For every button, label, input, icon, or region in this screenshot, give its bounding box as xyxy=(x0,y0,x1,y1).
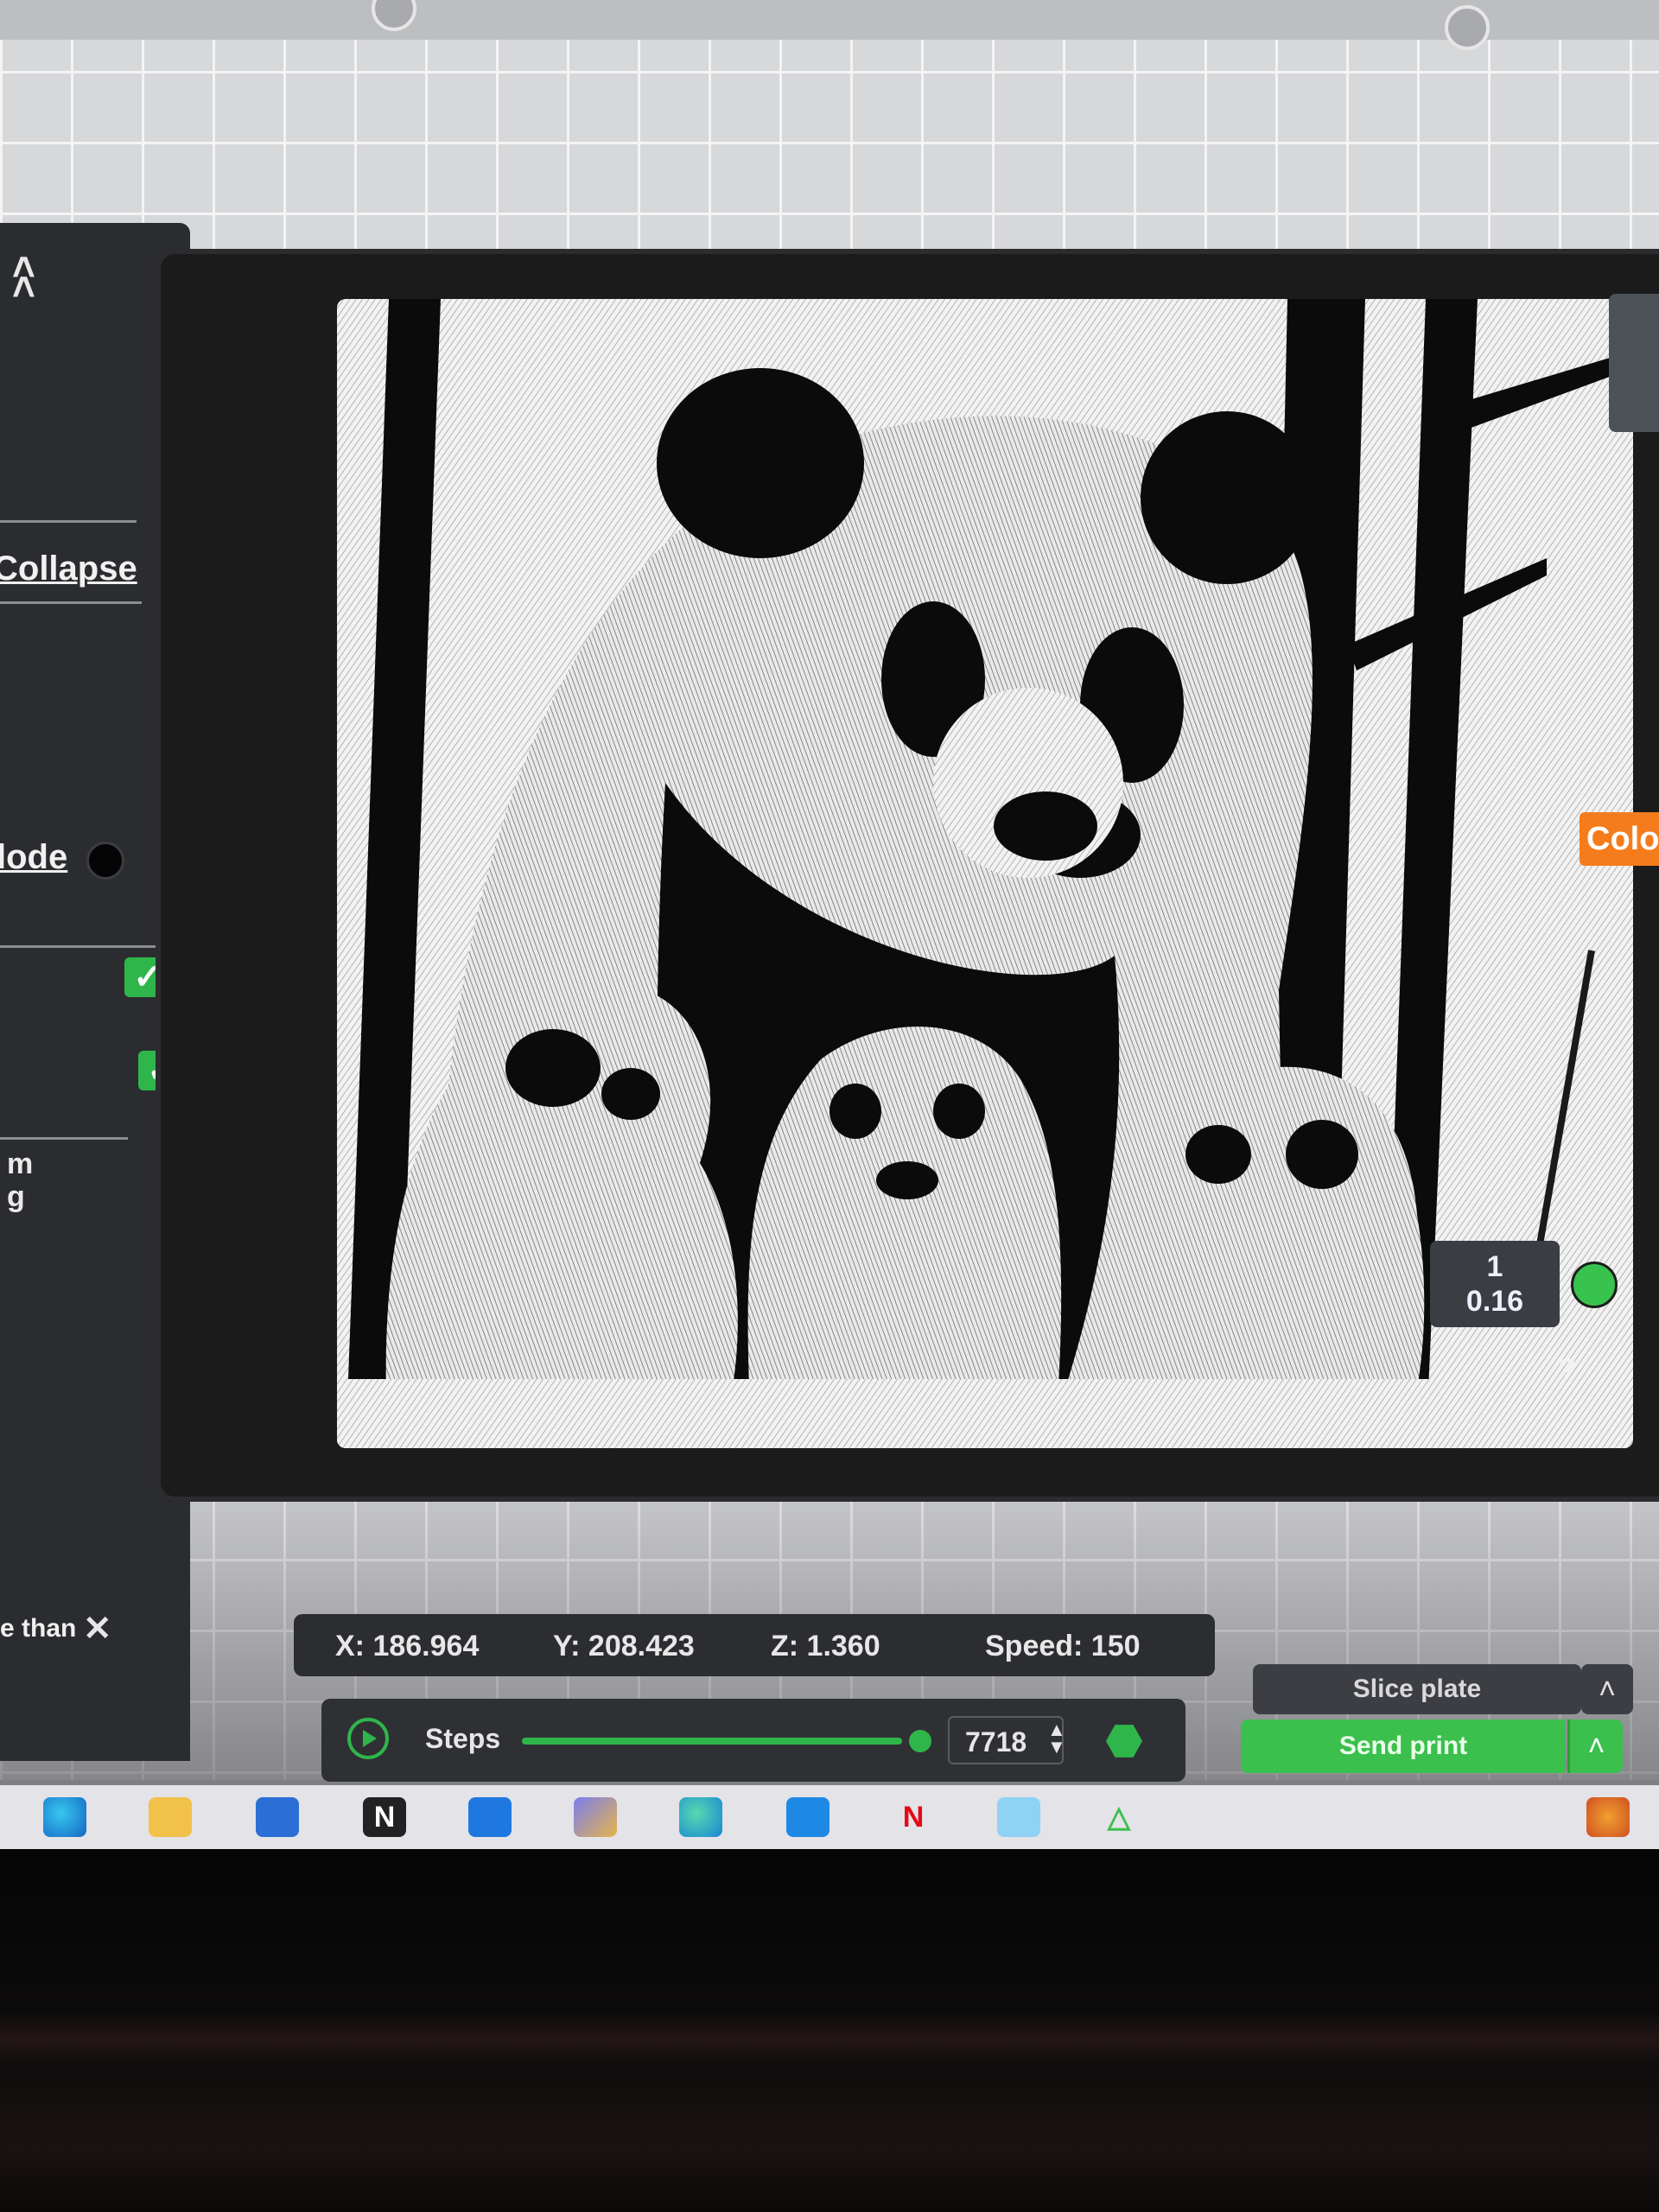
step-number-input[interactable]: 7718 xyxy=(948,1716,1064,1764)
speed-readout: Speed: 150 xyxy=(985,1630,1141,1662)
netflix-icon[interactable]: N xyxy=(892,1797,935,1837)
color-tab[interactable]: Color xyxy=(1580,812,1659,866)
double-chevron-up-icon[interactable]: ˄ ˄ xyxy=(12,247,35,307)
steps-slider-handle[interactable] xyxy=(909,1730,931,1752)
spin-arrows-icon[interactable]: ▲ ▼ xyxy=(1047,1720,1066,1757)
play-icon[interactable] xyxy=(347,1718,389,1759)
app-icon[interactable] xyxy=(997,1797,1040,1837)
view-knob-icon[interactable] xyxy=(1445,5,1490,50)
panel-divider xyxy=(0,601,142,604)
y-coordinate: Y: 208.423 xyxy=(553,1630,695,1662)
top-toolbar-strip xyxy=(0,0,1659,40)
steps-control-bar: Steps 7718 ▲ ▼ xyxy=(321,1699,1185,1782)
warning-text: e than xyxy=(0,1614,77,1643)
hexagon-icon[interactable] xyxy=(1106,1725,1142,1758)
layer-number: 1 xyxy=(1486,1250,1503,1283)
desk-reflection xyxy=(0,2013,1659,2065)
store-icon[interactable] xyxy=(256,1797,299,1837)
z-coordinate: Z: 1.360 xyxy=(771,1630,880,1662)
photos-icon[interactable] xyxy=(786,1797,830,1837)
windows-taskbar: N N △ xyxy=(0,1785,1659,1849)
steps-label: Steps xyxy=(425,1723,501,1754)
mode-label: lode xyxy=(0,838,68,876)
system-tray-icon[interactable] xyxy=(1586,1797,1630,1837)
chevron-up-icon[interactable]: ˄ xyxy=(1567,1719,1623,1773)
send-print-button[interactable]: Send print xyxy=(1241,1719,1566,1773)
edge-dev-icon[interactable] xyxy=(679,1797,722,1837)
chevron-up-icon[interactable]: ˄ xyxy=(1581,1664,1633,1714)
layer-slider-handle[interactable] xyxy=(1571,1262,1618,1308)
edge-icon[interactable] xyxy=(43,1797,86,1837)
coordinate-readout-bar: X: 186.964 Y: 208.423 Z: 1.360 Speed: 15… xyxy=(294,1614,1215,1676)
stat-length: m xyxy=(7,1147,34,1180)
slice-plate-button[interactable]: Slice plate xyxy=(1253,1664,1581,1714)
close-icon[interactable]: ✕ xyxy=(83,1609,112,1649)
steps-slider-track[interactable] xyxy=(522,1738,902,1745)
x-coordinate: X: 186.964 xyxy=(335,1630,480,1662)
right-panel-tab[interactable] xyxy=(1609,294,1659,432)
panel-divider xyxy=(0,1137,128,1140)
media-player-icon[interactable] xyxy=(468,1797,512,1837)
stat-weight: g xyxy=(7,1180,25,1213)
photos-app-icon[interactable] xyxy=(574,1797,617,1837)
mode-radio[interactable] xyxy=(86,842,124,880)
notion-icon[interactable]: N xyxy=(363,1797,406,1837)
monitor-screen: ˄˄ Collapse lode ✓ ✓ m g e than ✕ xyxy=(0,0,1659,1849)
collapse-link[interactable]: Collapse xyxy=(0,550,137,588)
file-explorer-icon[interactable] xyxy=(149,1797,192,1837)
help-icon[interactable]: ? xyxy=(1559,1353,1576,1385)
layer-height: 0.16 xyxy=(1465,1285,1524,1318)
panel-divider xyxy=(0,520,137,523)
slicer-app-icon[interactable]: △ xyxy=(1097,1797,1141,1837)
layer-readout: 1 0.16 xyxy=(1430,1241,1560,1327)
